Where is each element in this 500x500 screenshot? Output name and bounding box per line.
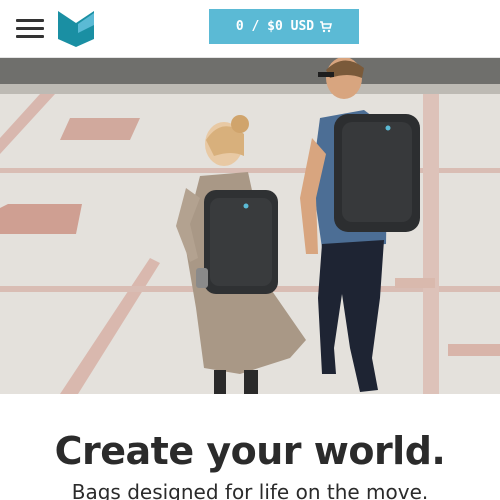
brand-logo-icon[interactable]: [58, 11, 94, 47]
cart-label: 0 / $0 USD: [235, 19, 315, 34]
menu-line: [16, 27, 44, 30]
menu-line: [16, 19, 44, 22]
hero-headline: Create your world.: [54, 429, 446, 473]
shopping-cart-icon: [320, 20, 333, 32]
hero-subheadline: Bags designed for life on the move.: [71, 480, 429, 500]
cart-button[interactable]: 0 / $0 USD: [209, 9, 359, 44]
menu-line: [16, 35, 44, 38]
hero-photo: [0, 58, 500, 394]
hamburger-menu-icon[interactable]: [16, 19, 44, 39]
top-bar: 0 / $0 USD: [0, 0, 500, 58]
hero-image: [0, 58, 500, 394]
